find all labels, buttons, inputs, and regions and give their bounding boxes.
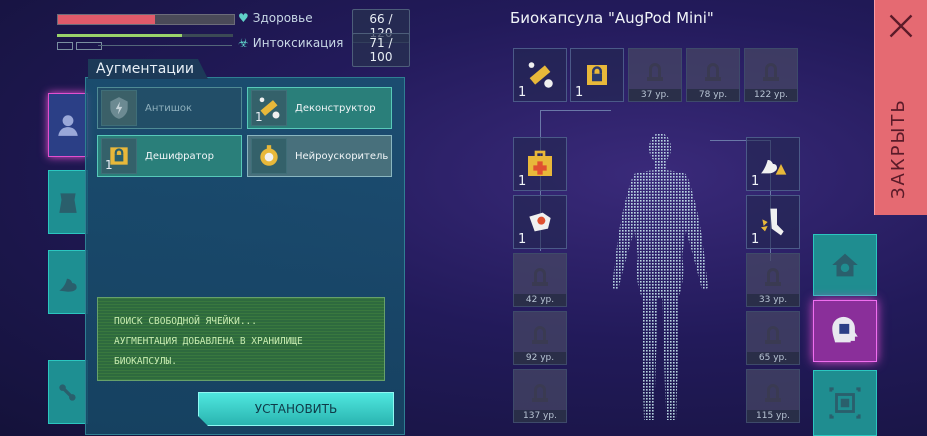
intoxication-bar bbox=[57, 34, 233, 37]
aug-card-decryptor[interactable]: 1 Дешифратор bbox=[97, 135, 242, 177]
capsule-slot-right-1[interactable]: 1 bbox=[746, 137, 800, 191]
biohazard-icon: ☣ bbox=[238, 36, 249, 50]
lock-icon bbox=[532, 326, 548, 344]
capsule-slot-top-1[interactable]: 1 bbox=[513, 48, 567, 102]
capsule-slot-top-2[interactable]: 1 bbox=[570, 48, 624, 102]
tab-head[interactable] bbox=[48, 93, 88, 157]
lock-icon bbox=[532, 268, 548, 286]
capsule-slot-top-5[interactable]: 122 ур. bbox=[744, 48, 798, 102]
intoxication-label: Интоксикация bbox=[252, 36, 344, 50]
tab-torso[interactable] bbox=[48, 170, 88, 234]
log-line: АУГМЕНТАЦИЯ ДОБАВЛЕНА В ХРАНИЛИЩЕ bbox=[114, 336, 303, 347]
capsule-title: Биокапсула "AugPod Mini" bbox=[510, 9, 714, 27]
capsule-slot-left-3[interactable]: 42 ур. bbox=[513, 253, 567, 307]
lock-icon bbox=[647, 63, 663, 81]
health-bar bbox=[57, 14, 235, 25]
decryptor-icon bbox=[587, 65, 607, 85]
capsule-slot-left-4[interactable]: 92 ур. bbox=[513, 311, 567, 365]
decryptor-icon: 1 bbox=[101, 138, 137, 174]
lock-icon bbox=[765, 268, 781, 286]
antishock-icon bbox=[101, 90, 137, 126]
tab-legs[interactable] bbox=[48, 360, 88, 424]
strength-icon bbox=[761, 160, 787, 175]
capsule-slot-top-4[interactable]: 78 ур. bbox=[686, 48, 740, 102]
log-console: ПОИСК СВОБОДНОЙ ЯЧЕЙКИ... АУГМЕНТАЦИЯ ДО… bbox=[97, 297, 385, 381]
capsule-slot-left-5[interactable]: 137 ур. bbox=[513, 369, 567, 423]
lock-icon bbox=[763, 63, 779, 81]
capsule-slot-right-2[interactable]: 1 bbox=[746, 195, 800, 249]
body-hologram bbox=[598, 128, 722, 424]
capsule-slot-right-4[interactable]: 65 ур. bbox=[746, 311, 800, 365]
capsule-slot-left-1[interactable]: 1 bbox=[513, 137, 567, 191]
aug-card-neuroaccelerator[interactable]: Нейроускоритель bbox=[247, 135, 392, 177]
capsule-slot-left-2[interactable]: 1 bbox=[513, 195, 567, 249]
status-slots bbox=[57, 42, 102, 50]
panel-title: Аугментации bbox=[88, 59, 208, 79]
log-line: ПОИСК СВОБОДНОЙ ЯЧЕЙКИ... bbox=[114, 316, 257, 327]
house-gear-icon bbox=[832, 253, 858, 277]
aug-card-antishock[interactable]: Антишок bbox=[97, 87, 242, 129]
install-button[interactable]: УСТАНОВИТЬ bbox=[198, 392, 394, 426]
intoxication-value: 71 / 100 bbox=[352, 33, 410, 67]
chip-icon bbox=[829, 387, 861, 419]
tab-arms[interactable] bbox=[48, 250, 88, 314]
close-label: ЗАКРЫТЬ bbox=[888, 98, 909, 200]
health-label: Здоровье bbox=[252, 11, 313, 25]
armor-icon bbox=[529, 212, 551, 232]
deconstructor-icon bbox=[528, 62, 553, 88]
head-icon bbox=[58, 115, 78, 136]
chip-button[interactable] bbox=[813, 370, 877, 436]
capsule-slot-right-3[interactable]: 33 ур. bbox=[746, 253, 800, 307]
augmentations-panel bbox=[85, 77, 405, 435]
health-label-row: ♥ Здоровье bbox=[238, 11, 313, 25]
aug-card-deconstructor[interactable]: 1 Деконструктор bbox=[247, 87, 392, 129]
capsule-slot-top-3[interactable]: 37 ур. bbox=[628, 48, 682, 102]
capsule-slot-right-5[interactable]: 115 ур. bbox=[746, 369, 800, 423]
close-icon bbox=[889, 14, 913, 38]
log-line: БИОКАПСУЛЫ. bbox=[114, 356, 177, 367]
deconstructor-icon: 1 bbox=[251, 90, 287, 126]
neuro-button[interactable] bbox=[813, 300, 877, 362]
arm-icon bbox=[59, 278, 77, 292]
lock-icon bbox=[705, 63, 721, 81]
lock-icon bbox=[765, 326, 781, 344]
upgrade-button[interactable] bbox=[813, 234, 877, 296]
leg-joint-icon bbox=[59, 384, 76, 401]
head-chip-icon bbox=[832, 316, 858, 343]
lock-icon bbox=[765, 384, 781, 402]
leg-icon bbox=[761, 208, 784, 236]
medkit-icon bbox=[528, 150, 552, 176]
intoxication-label-row: ☣ Интоксикация bbox=[238, 36, 343, 50]
torso-icon bbox=[59, 193, 77, 213]
neuroaccelerator-icon bbox=[251, 138, 287, 174]
lock-icon bbox=[532, 384, 548, 402]
heart-icon: ♥ bbox=[238, 11, 249, 25]
